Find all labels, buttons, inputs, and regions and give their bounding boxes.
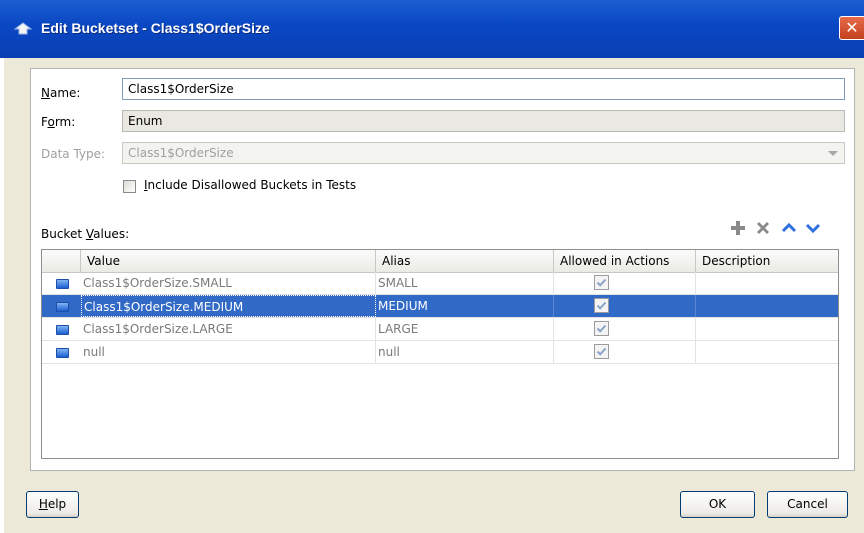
- allowed-cell: [554, 318, 696, 340]
- allowed-checkbox[interactable]: [594, 321, 609, 336]
- value-cell[interactable]: Class1$OrderSize.MEDIUM: [81, 295, 376, 317]
- allowed-checkbox[interactable]: [594, 298, 609, 313]
- description-cell[interactable]: [696, 295, 838, 317]
- include-disallowed-checkbox[interactable]: [123, 180, 136, 193]
- ok-button[interactable]: OK: [680, 491, 755, 518]
- help-button[interactable]: Help: [26, 491, 79, 518]
- delete-icon[interactable]: [755, 220, 771, 236]
- bucket-values-label: Bucket Values:: [41, 227, 130, 241]
- table-row-selected[interactable]: Class1$OrderSize.MEDIUM MEDIUM: [42, 295, 838, 318]
- header-value[interactable]: Value: [81, 250, 376, 272]
- alias-cell[interactable]: LARGE: [376, 318, 554, 340]
- table-row[interactable]: Class1$OrderSize.SMALL SMALL: [42, 272, 838, 295]
- header-alias[interactable]: Alias: [376, 250, 554, 272]
- allowed-checkbox[interactable]: [594, 344, 609, 359]
- include-disallowed-label: Include Disallowed Buckets in Tests: [144, 178, 357, 192]
- value-cell[interactable]: null: [81, 341, 376, 363]
- cancel-button[interactable]: Cancel: [767, 491, 848, 518]
- bucket-icon: [56, 325, 69, 335]
- header-description[interactable]: Description: [696, 250, 838, 272]
- edit-panel: Name: Class1$OrderSize Form: Enum Data T…: [30, 68, 855, 471]
- alias-cell[interactable]: MEDIUM: [376, 295, 554, 317]
- value-cell[interactable]: Class1$OrderSize.SMALL: [81, 272, 376, 294]
- value-cell[interactable]: Class1$OrderSize.LARGE: [81, 318, 376, 340]
- table-header: Value Alias Allowed in Actions Descripti…: [42, 250, 838, 273]
- description-cell[interactable]: [696, 318, 838, 340]
- form-field: Enum: [122, 110, 845, 132]
- bucket-icon: [56, 348, 69, 358]
- description-cell[interactable]: [696, 341, 838, 363]
- title-bar[interactable]: Edit Bucketset - Class1$OrderSize ✕: [0, 0, 864, 58]
- description-cell[interactable]: [696, 272, 838, 294]
- window-title: Edit Bucketset - Class1$OrderSize: [41, 20, 270, 36]
- dialog-body: Name: Class1$OrderSize Form: Enum Data T…: [4, 58, 864, 533]
- chevron-down-icon: [828, 151, 838, 156]
- move-down-icon[interactable]: [805, 220, 821, 236]
- table-row[interactable]: Class1$OrderSize.LARGE LARGE: [42, 318, 838, 341]
- header-icon-column: [42, 250, 81, 272]
- bucketset-icon: [13, 22, 33, 35]
- alias-cell[interactable]: SMALL: [376, 272, 554, 294]
- allowed-checkbox[interactable]: [594, 275, 609, 290]
- name-field[interactable]: Class1$OrderSize: [122, 78, 845, 100]
- header-allowed-in-actions[interactable]: Allowed in Actions: [554, 250, 696, 272]
- allowed-cell: [554, 272, 696, 294]
- bucket-icon: [56, 302, 69, 312]
- allowed-cell: [554, 295, 696, 317]
- bucket-icon: [56, 279, 69, 289]
- add-icon[interactable]: [730, 220, 746, 236]
- form-label: Form:: [41, 115, 76, 129]
- move-up-icon[interactable]: [781, 220, 797, 236]
- alias-cell[interactable]: null: [376, 341, 554, 363]
- datatype-value: Class1$OrderSize: [128, 146, 234, 160]
- close-button[interactable]: ✕: [839, 16, 864, 40]
- bucket-values-table[interactable]: Value Alias Allowed in Actions Descripti…: [41, 249, 839, 459]
- datatype-combo: Class1$OrderSize: [122, 142, 845, 164]
- table-row[interactable]: null null: [42, 341, 838, 364]
- datatype-label: Data Type:: [41, 147, 106, 161]
- name-label: Name:: [41, 86, 81, 100]
- allowed-cell: [554, 341, 696, 363]
